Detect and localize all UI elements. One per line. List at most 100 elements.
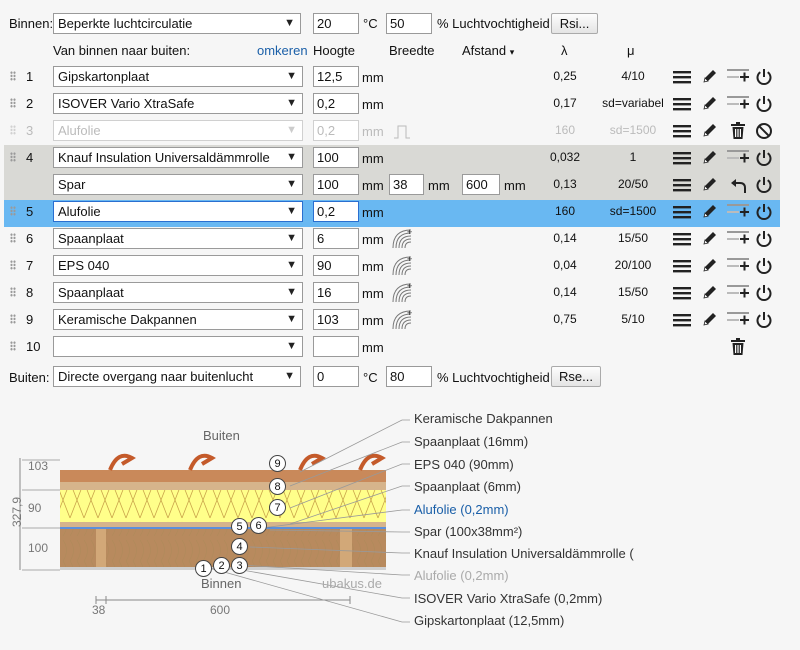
add-layer-icon[interactable] [726, 148, 750, 169]
stud-distance-input[interactable]: 600 [462, 174, 500, 195]
chevron-down-icon: ▼ [286, 178, 297, 190]
layer-material-select[interactable]: Keramische Dakpannen ▼ [53, 309, 303, 330]
inside-condition-select[interactable]: Beperkte luchtcirculatie ▼ [53, 13, 301, 34]
add-layer-icon[interactable] [726, 283, 750, 304]
add-layer-icon[interactable] [726, 94, 750, 115]
layer-height-input[interactable]: 100 [313, 147, 359, 168]
layer-marker-2: 2 [213, 557, 230, 574]
power-icon[interactable] [755, 68, 773, 89]
swap-icon[interactable] [730, 176, 748, 197]
trash-icon[interactable] [730, 338, 746, 359]
layer-height-input[interactable]: 16 [313, 282, 359, 303]
drag-handle[interactable] [10, 152, 16, 162]
layer-height-input[interactable]: 12,5 [313, 66, 359, 87]
hamburger-icon[interactable] [673, 70, 691, 87]
power-icon[interactable] [755, 257, 773, 278]
trash-icon[interactable] [730, 122, 746, 143]
layer-marker-1: 1 [195, 560, 212, 577]
drag-handle[interactable] [10, 206, 16, 216]
wood-grain-icon[interactable]: + [392, 254, 412, 279]
layer-material-select[interactable]: EPS 040 ▼ [53, 255, 303, 276]
add-layer-icon[interactable] [726, 202, 750, 223]
hamburger-icon[interactable] [673, 286, 691, 303]
hamburger-icon[interactable] [673, 313, 691, 330]
pencil-icon[interactable] [702, 122, 718, 141]
pencil-icon[interactable] [702, 95, 718, 114]
layer-height-input[interactable]: 90 [313, 255, 359, 276]
add-layer-icon[interactable] [726, 229, 750, 250]
layer-height-input[interactable]: 0,2 [313, 120, 359, 141]
rse-button[interactable]: Rse... [551, 366, 601, 387]
pencil-icon[interactable] [702, 203, 718, 222]
layer-height-input[interactable]: 6 [313, 228, 359, 249]
pencil-icon[interactable] [702, 257, 718, 276]
reverse-link[interactable]: omkeren [257, 43, 308, 58]
layer-material-select[interactable]: Spar ▼ [53, 174, 303, 195]
outside-condition-value: Directe overgang naar buitenlucht [58, 369, 254, 384]
hamburger-icon[interactable] [673, 205, 691, 222]
disabled-icon[interactable] [755, 122, 773, 143]
wood-grain-icon[interactable]: + [392, 281, 412, 306]
layer-material-value: Spaanplaat [58, 285, 124, 300]
pencil-icon[interactable] [702, 230, 718, 249]
drag-handle[interactable] [10, 125, 16, 135]
add-layer-icon[interactable] [726, 67, 750, 88]
outside-condition-select[interactable]: Directe overgang naar buitenlucht ▼ [53, 366, 301, 387]
hamburger-icon[interactable] [673, 151, 691, 168]
hamburger-icon[interactable] [673, 97, 691, 114]
add-layer-icon[interactable] [726, 256, 750, 277]
drag-handle[interactable] [10, 341, 16, 351]
inside-temperature-input[interactable]: 20 [313, 13, 359, 34]
watermark: ubakus.de [322, 576, 382, 591]
hamburger-icon[interactable] [673, 178, 691, 195]
layer-material-select[interactable]: ▼ [53, 336, 303, 357]
power-icon[interactable] [755, 311, 773, 332]
power-icon[interactable] [755, 230, 773, 251]
layer-height-input[interactable]: 100 [313, 174, 359, 195]
layer-material-value: EPS 040 [58, 258, 110, 273]
drag-handle[interactable] [10, 314, 16, 324]
layer-material-select[interactable]: Knauf Insulation Universaldämmrolle ▼ [53, 147, 303, 168]
power-icon[interactable] [755, 95, 773, 116]
pencil-icon[interactable] [702, 311, 718, 330]
outside-temperature-input[interactable]: 0 [313, 366, 359, 387]
power-icon[interactable] [755, 203, 773, 224]
drag-handle[interactable] [10, 98, 16, 108]
drag-handle[interactable] [10, 233, 16, 243]
layer-number: 1 [26, 69, 34, 84]
hamburger-icon[interactable] [673, 259, 691, 276]
stud-width-input[interactable]: 38 [389, 174, 424, 195]
humidity-unit: % Luchtvochtigheid [437, 16, 550, 31]
pencil-icon[interactable] [702, 149, 718, 168]
wood-grain-icon[interactable]: + [392, 227, 412, 252]
layer-height-input[interactable] [313, 336, 359, 357]
unit-mm: mm [362, 340, 384, 355]
layer-height-input[interactable]: 0,2 [313, 201, 359, 222]
power-icon[interactable] [755, 149, 773, 170]
layer-material-select[interactable]: Spaanplaat ▼ [53, 282, 303, 303]
pencil-icon[interactable] [702, 176, 718, 195]
inside-humidity-input[interactable]: 50 [386, 13, 432, 34]
rsi-button[interactable]: Rsi... [551, 13, 598, 34]
add-layer-icon[interactable] [726, 310, 750, 331]
layer-material-select[interactable]: Spaanplaat ▼ [53, 228, 303, 249]
layer-material-select[interactable]: Gipskartonplaat ▼ [53, 66, 303, 87]
outside-humidity-input[interactable]: 80 [386, 366, 432, 387]
drag-handle[interactable] [10, 287, 16, 297]
layer-material-select[interactable]: Alufolie ▼ [53, 201, 303, 222]
layer-number: 4 [26, 150, 34, 165]
drag-handle[interactable] [10, 260, 16, 270]
power-icon[interactable] [755, 176, 773, 197]
layer-material-select[interactable]: ISOVER Vario XtraSafe ▼ [53, 93, 303, 114]
layer-height-input[interactable]: 0,2 [313, 93, 359, 114]
layer-height-input[interactable]: 103 [313, 309, 359, 330]
pencil-icon[interactable] [702, 68, 718, 87]
distance-header[interactable]: Afstand ▾ [462, 43, 514, 58]
wood-grain-icon[interactable]: + [392, 308, 412, 333]
layer-material-select[interactable]: Alufolie ▼ [53, 120, 303, 141]
hamburger-icon[interactable] [673, 124, 691, 141]
power-icon[interactable] [755, 284, 773, 305]
pencil-icon[interactable] [702, 284, 718, 303]
hamburger-icon[interactable] [673, 232, 691, 249]
drag-handle[interactable] [10, 71, 16, 81]
